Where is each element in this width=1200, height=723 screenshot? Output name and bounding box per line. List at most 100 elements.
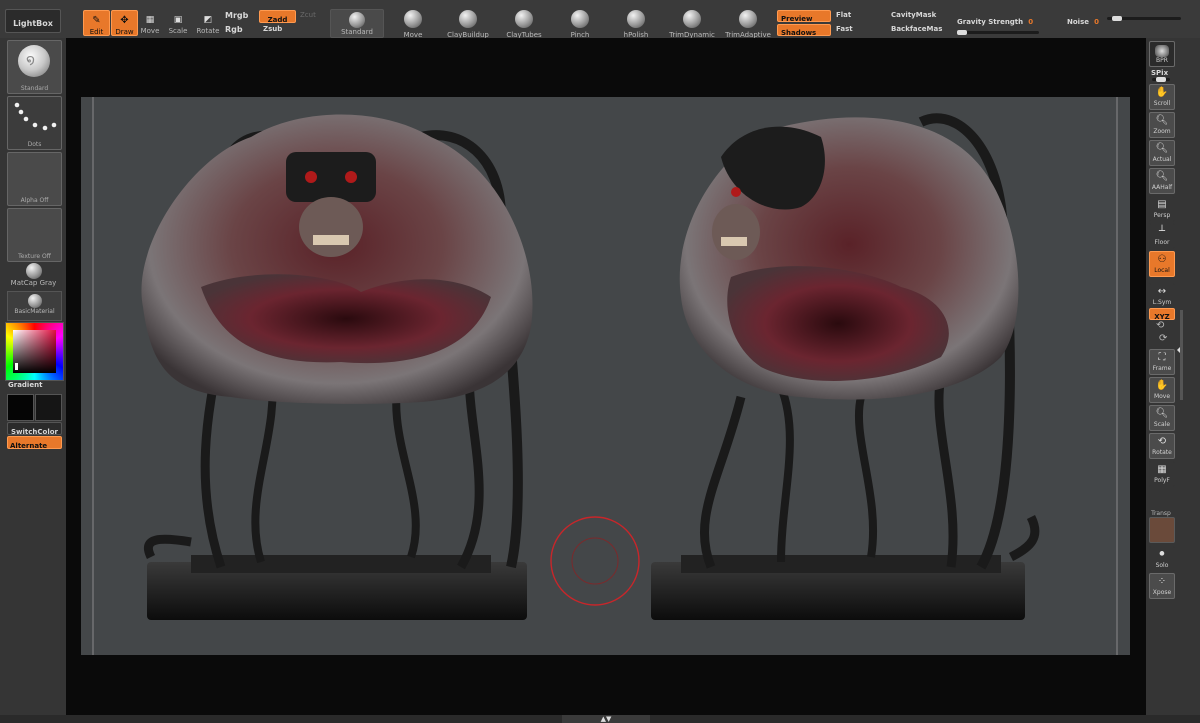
- local-button[interactable]: ⚇ Local: [1149, 251, 1175, 277]
- switchcolor-label: SwitchColor: [11, 428, 58, 436]
- polyf-label: PolyF: [1154, 477, 1170, 484]
- brush-trimdynamic[interactable]: TrimDynamic: [662, 10, 722, 39]
- rotate-y-icon[interactable]: ⟲: [1156, 320, 1164, 331]
- frame-icon: ⛶: [1158, 352, 1166, 363]
- spix-knob[interactable]: [1156, 77, 1166, 82]
- rotate-mode-button[interactable]: ◩ Rotate: [195, 10, 221, 35]
- preview-label: Preview: [781, 15, 813, 23]
- mrgb-toggle[interactable]: Mrgb: [225, 11, 248, 20]
- material-button[interactable]: BasicMaterial: [7, 291, 62, 321]
- zoom-button[interactable]: 🔍︎ Zoom: [1149, 112, 1175, 138]
- transp-button[interactable]: Transp: [1149, 500, 1173, 517]
- persp-button[interactable]: ▤ Persp: [1149, 196, 1175, 222]
- stroke-thumbnail-label: Dots: [27, 141, 42, 148]
- xyz-button[interactable]: XYZ: [1149, 308, 1175, 321]
- stroke-thumbnail[interactable]: Dots: [7, 96, 62, 150]
- polyf-button[interactable]: ▦ PolyF: [1149, 461, 1175, 487]
- aahalf-button[interactable]: 🔍︎ AAHalf: [1149, 168, 1175, 194]
- shadows-label: Shadows: [781, 29, 817, 37]
- noise-knob[interactable]: [1112, 16, 1123, 21]
- scroll-button[interactable]: ✋ Scroll: [1149, 84, 1175, 110]
- rotate-z-icon[interactable]: ⟳: [1159, 333, 1167, 344]
- rgb-toggle[interactable]: Rgb: [225, 25, 243, 34]
- noise-slider[interactable]: Noise 0: [1067, 9, 1181, 35]
- brush-pinch[interactable]: Pinch: [550, 10, 610, 39]
- move-mode-button[interactable]: ▦ Move: [139, 10, 161, 35]
- sculpt-model-front[interactable]: [141, 114, 533, 621]
- scroll-label: Scroll: [1153, 100, 1171, 107]
- brush-thumbnail[interactable]: ໑ Standard: [7, 40, 62, 94]
- sculpt-viewport[interactable]: [81, 97, 1130, 655]
- backfacemask-toggle[interactable]: BackfaceMas: [891, 25, 942, 33]
- edit-icon: ✎: [92, 15, 101, 26]
- edit-button[interactable]: ✎ Edit: [83, 10, 110, 36]
- solo-label: Solo: [1155, 562, 1169, 569]
- alternate-label: Alternate: [10, 442, 48, 450]
- brush-claytubes[interactable]: ClayTubes: [494, 10, 554, 39]
- noise-label: Noise: [1067, 18, 1089, 26]
- color-picker[interactable]: [5, 322, 64, 381]
- scale-view-label: Scale: [1153, 421, 1171, 428]
- shadows-toggle[interactable]: Shadows: [777, 24, 831, 37]
- lightbox-button[interactable]: LightBox: [5, 9, 61, 33]
- scroll-hand-icon: ✋: [1155, 87, 1169, 98]
- brush-trimadaptive[interactable]: TrimAdaptive: [718, 10, 778, 39]
- spix-label[interactable]: SPix: [1151, 69, 1168, 77]
- cavitymask-toggle[interactable]: CavityMask: [891, 11, 936, 19]
- frame-label: Frame: [1152, 365, 1172, 372]
- canvas[interactable]: [81, 97, 1130, 655]
- brush-move[interactable]: Move: [383, 10, 443, 39]
- alternate-button[interactable]: Alternate: [7, 436, 62, 450]
- secondary-color-swatch[interactable]: [35, 394, 62, 421]
- preview-toggle[interactable]: Preview: [777, 10, 831, 23]
- zcut-toggle[interactable]: Zcut: [300, 11, 316, 19]
- lsym-button[interactable]: ↔ L.Sym: [1149, 283, 1175, 309]
- bpr-button[interactable]: BPR: [1149, 41, 1175, 67]
- alpha-thumbnail[interactable]: Alpha Off: [7, 152, 62, 206]
- active-brush-button[interactable]: Standard: [330, 9, 384, 38]
- right-scrollbar[interactable]: [1180, 310, 1183, 400]
- solo-button[interactable]: ⚫︎ Solo: [1149, 546, 1175, 572]
- spix-slider[interactable]: [1152, 77, 1170, 82]
- matcap-button[interactable]: MatCap Gray: [7, 263, 60, 291]
- move-view-button[interactable]: ✋ Move: [1149, 377, 1175, 403]
- floor-label: Floor: [1154, 239, 1170, 246]
- zadd-toggle[interactable]: Zadd: [259, 10, 296, 24]
- draw-button[interactable]: ✥ Draw: [111, 10, 138, 36]
- trimadaptive-brush-icon: [739, 10, 757, 28]
- move-view-label: Move: [1153, 393, 1171, 400]
- flat-toggle[interactable]: Flat: [836, 11, 851, 19]
- draw-icon: ✥: [120, 15, 129, 26]
- sculpt-model-angle[interactable]: [651, 113, 1040, 620]
- scale-mode-button[interactable]: ▣ Scale: [167, 10, 189, 35]
- transp-label: Transp: [1151, 510, 1171, 517]
- primary-color-swatch[interactable]: [7, 394, 34, 421]
- rotate-mode-icon: ◩: [203, 15, 213, 25]
- brush-claybuildup[interactable]: ClayBuildup: [438, 10, 498, 39]
- fast-toggle[interactable]: Fast: [836, 25, 853, 33]
- trimdynamic-brush-icon: [683, 10, 701, 28]
- zsub-toggle[interactable]: Zsub: [263, 25, 282, 33]
- move-mode-icon: ▦: [145, 15, 155, 25]
- floor-grid-icon: ┴: [1158, 226, 1166, 237]
- frame-button[interactable]: ⛶ Frame: [1149, 349, 1175, 375]
- xpose-button[interactable]: ⁘ Xpose: [1149, 573, 1175, 599]
- aahalf-icon: 🔍︎: [1155, 171, 1169, 182]
- bottom-tray-toggle-icon[interactable]: ▲▼: [562, 715, 650, 723]
- scale-view-button[interactable]: 🔍︎ Scale: [1149, 405, 1175, 431]
- gravity-strength-slider[interactable]: Gravity Strength 0: [957, 9, 1053, 35]
- saturation-square[interactable]: [13, 330, 56, 373]
- floor-button[interactable]: ┴ Floor: [1149, 223, 1175, 249]
- texture-thumbnail[interactable]: Texture Off: [7, 208, 62, 262]
- matcap-label: MatCap Gray: [10, 279, 57, 287]
- ghost-button[interactable]: [1149, 517, 1175, 543]
- gravity-strength-value: 0: [1028, 18, 1034, 26]
- move-brush-icon: [404, 10, 422, 28]
- gravity-strength-knob[interactable]: [957, 30, 967, 35]
- brush-hpolish[interactable]: hPolish: [606, 10, 666, 39]
- local-symmetry-icon: ↔: [1157, 286, 1167, 297]
- rotate-view-button[interactable]: ⟲ Rotate: [1149, 433, 1175, 459]
- switchcolor-button[interactable]: SwitchColor: [7, 422, 62, 436]
- actual-button[interactable]: 🔍︎ Actual: [1149, 140, 1175, 166]
- gravity-strength-label: Gravity Strength: [957, 18, 1024, 26]
